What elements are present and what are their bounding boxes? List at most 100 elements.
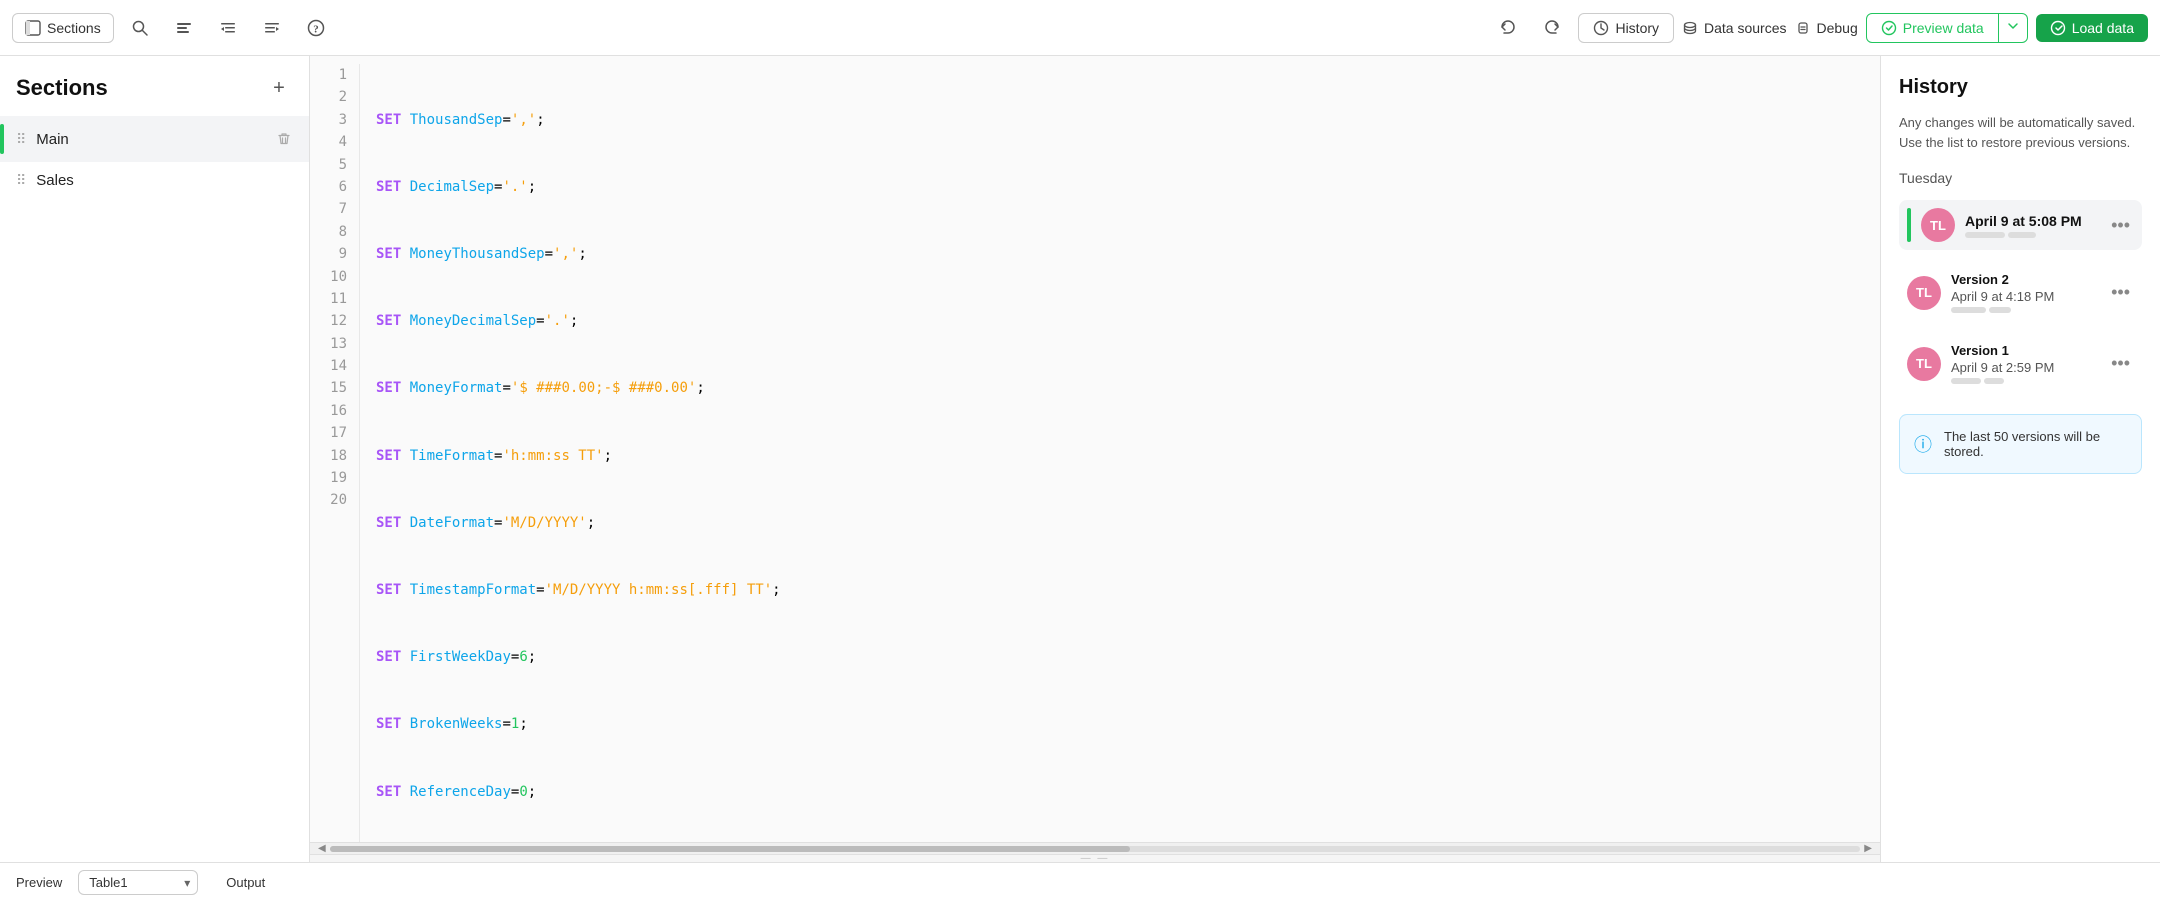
history-panel: History Any changes will be automaticall… — [1880, 56, 2160, 862]
sidebar-add-button[interactable]: + — [265, 74, 293, 102]
history-entry-current[interactable]: TL April 9 at 5:08 PM ••• — [1899, 200, 2142, 250]
history-info-box: ⓘ The last 50 versions will be stored. — [1899, 414, 2142, 474]
code-editor: 12345 678910 1112131415 1617181920 SET T… — [310, 56, 1880, 842]
preview-block — [2008, 232, 2036, 238]
line-numbers: 12345 678910 1112131415 1617181920 — [310, 64, 360, 842]
search-button[interactable] — [122, 10, 158, 46]
preview-data-group: Preview data — [1866, 13, 2028, 43]
code-content[interactable]: SET ThousandSep=','; SET DecimalSep='.';… — [360, 64, 1880, 842]
history-panel-title: History — [1899, 76, 2142, 99]
history-entry-info-current: April 9 at 5:08 PM — [1965, 213, 2097, 238]
datasources-button-label: Data sources — [1704, 20, 1786, 36]
table-select-wrapper: Table1 ▾ — [78, 870, 198, 895]
preview-data-chevron-button[interactable] — [1999, 13, 2028, 43]
indent-right-button[interactable] — [210, 10, 246, 46]
scrollbar-left-arrow[interactable]: ◀ — [314, 843, 330, 854]
preview-data-button[interactable]: Preview data — [1866, 13, 1999, 43]
toolbar-right: History Data sources Debug Pre — [1490, 10, 2148, 46]
datasources-icon — [1682, 20, 1698, 36]
toolbar: Sections — [0, 0, 2160, 56]
editor-area: 12345 678910 1112131415 1617181920 SET T… — [310, 56, 1880, 862]
history-active-bar — [1907, 208, 1911, 242]
help-icon: ? — [307, 19, 325, 37]
bottom-bar: Preview Table1 ▾ Output — [0, 862, 2160, 902]
indent-left-icon — [263, 19, 281, 37]
undo-button[interactable] — [1490, 10, 1526, 46]
history-entry-preview-current — [1965, 232, 2097, 238]
preview-data-label: Preview data — [1903, 20, 1984, 36]
history-avatar-v2: TL — [1907, 276, 1941, 310]
history-entry-date-v2: April 9 at 4:18 PM — [1951, 289, 2097, 304]
sidebar-delete-main-button[interactable] — [271, 126, 297, 152]
preview-block — [1965, 232, 2005, 238]
history-more-button-v1[interactable]: ••• — [2107, 353, 2134, 374]
scrollbar-thumb[interactable] — [330, 846, 1130, 852]
preview-block — [1951, 378, 1981, 384]
history-button-label: History — [1615, 20, 1659, 36]
load-data-button[interactable]: Load data — [2036, 14, 2148, 42]
trash-icon — [277, 132, 291, 146]
scrollbar-right-arrow[interactable]: ▶ — [1860, 843, 1876, 854]
indent-left-button[interactable] — [254, 10, 290, 46]
history-avatar-v1: TL — [1907, 347, 1941, 381]
preview-label: Preview — [16, 875, 62, 890]
info-icon: ⓘ — [1914, 431, 1934, 457]
preview-block — [1984, 378, 2004, 384]
preview-block — [1951, 307, 1986, 313]
history-entry-preview-v2 — [1951, 307, 2097, 313]
load-data-icon — [2050, 20, 2066, 36]
history-subtitle: Any changes will be automatically saved.… — [1899, 113, 2142, 152]
history-more-button-current[interactable]: ••• — [2107, 215, 2134, 236]
drag-handle-main[interactable]: ⠿ — [12, 131, 30, 148]
format-button[interactable] — [166, 10, 202, 46]
toolbar-left: Sections — [12, 10, 334, 46]
history-entry-preview-v1 — [1951, 378, 2097, 384]
history-icon — [1593, 20, 1609, 36]
format-icon — [175, 19, 193, 37]
load-data-label: Load data — [2072, 20, 2134, 36]
help-button[interactable]: ? — [298, 10, 334, 46]
undo-icon — [1499, 19, 1517, 37]
drag-handle-sales[interactable]: ⠿ — [12, 172, 30, 189]
sections-button-label: Sections — [47, 20, 101, 36]
sidebar-title: Sections — [16, 75, 108, 101]
sidebar-item-label-sales: Sales — [36, 172, 297, 189]
debug-button-label: Debug — [1817, 20, 1858, 36]
history-button[interactable]: History — [1578, 13, 1674, 43]
sections-toggle-button[interactable]: Sections — [12, 13, 114, 43]
editor-scroll[interactable]: 12345 678910 1112131415 1617181920 SET T… — [310, 56, 1880, 842]
indent-right-icon — [219, 19, 237, 37]
sidebar: Sections + ⠿ Main ⠿ Sales — [0, 56, 310, 862]
history-entry-info-v2: Version 2 April 9 at 4:18 PM — [1951, 272, 2097, 313]
table-select[interactable]: Table1 — [78, 870, 198, 895]
main-layout: Sections + ⠿ Main ⠿ Sales 12345 67 — [0, 56, 2160, 862]
history-entry-version-v1: Version 1 — [1951, 343, 2097, 358]
sidebar-item-main[interactable]: ⠿ Main — [0, 116, 309, 162]
debug-icon — [1795, 20, 1811, 36]
history-more-button-v2[interactable]: ••• — [2107, 282, 2134, 303]
sidebar-header: Sections + — [0, 56, 309, 116]
sidebar-item-label-main: Main — [36, 131, 265, 148]
history-entry-time-current: April 9 at 5:08 PM — [1965, 213, 2097, 229]
active-indicator — [0, 124, 4, 154]
preview-block — [1989, 307, 2011, 313]
history-avatar-current: TL — [1921, 208, 1955, 242]
sidebar-item-sales[interactable]: ⠿ Sales — [0, 162, 309, 199]
history-entry-version-v2: Version 2 — [1951, 272, 2097, 287]
history-entry-v2[interactable]: TL Version 2 April 9 at 4:18 PM ••• — [1899, 264, 2142, 321]
resize-handle[interactable]: — — — [310, 854, 1880, 862]
svg-text:?: ? — [313, 23, 319, 35]
preview-icon — [1881, 20, 1897, 36]
datasources-button[interactable]: Data sources — [1682, 20, 1786, 36]
sections-icon — [25, 20, 41, 36]
resize-dots: — — — [1081, 853, 1110, 862]
output-label[interactable]: Output — [214, 871, 277, 894]
history-info-text: The last 50 versions will be stored. — [1944, 429, 2127, 459]
redo-button[interactable] — [1534, 10, 1570, 46]
history-entry-date-v1: April 9 at 2:59 PM — [1951, 360, 2097, 375]
history-entry-v1[interactable]: TL Version 1 April 9 at 2:59 PM ••• — [1899, 335, 2142, 392]
history-day-label: Tuesday — [1899, 170, 2142, 186]
chevron-down-icon — [2007, 20, 2019, 32]
search-icon — [131, 19, 149, 37]
debug-button[interactable]: Debug — [1795, 20, 1858, 36]
